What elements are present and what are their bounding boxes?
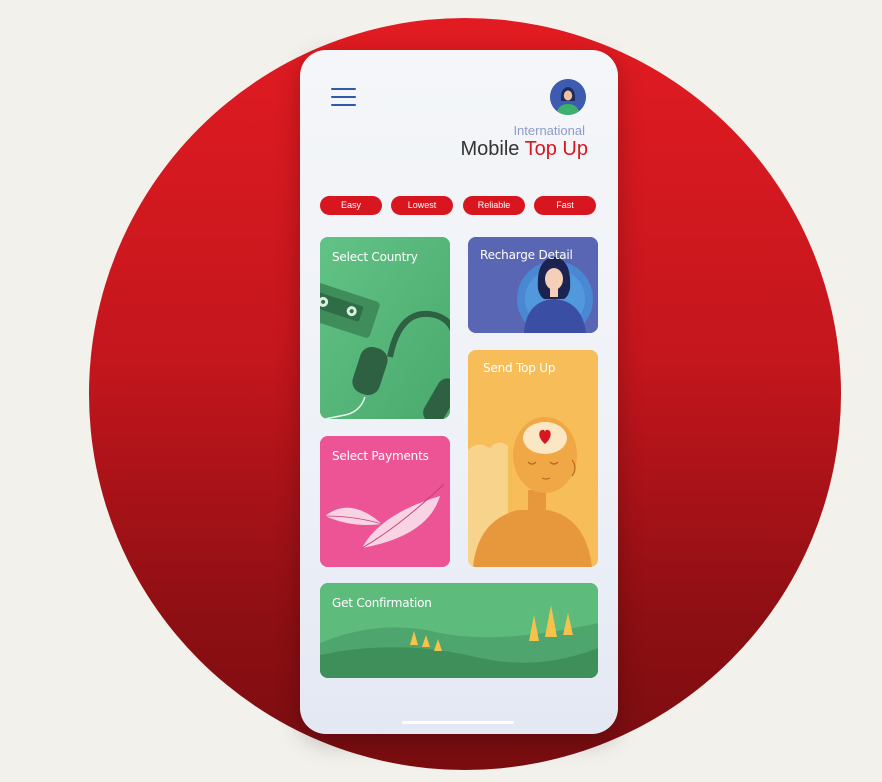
avatar-person-icon <box>550 79 586 115</box>
mind-heart-illustration <box>468 350 598 567</box>
recharge-detail-card[interactable]: Recharge Detail <box>468 237 598 333</box>
user-avatar[interactable] <box>550 79 586 115</box>
select-payments-label: Select Payments <box>332 449 429 463</box>
select-country-label: Select Country <box>332 250 418 264</box>
brand-title: Mobile Top Up <box>461 138 589 161</box>
phone-screen: International Mobile Top Up Easy Lowest … <box>300 50 618 734</box>
get-confirmation-label: Get Confirmation <box>332 596 432 610</box>
brand-title-word1: Mobile <box>460 138 520 160</box>
get-confirmation-card[interactable]: Get Confirmation <box>320 583 598 678</box>
brand-title-word2: Top Up <box>524 138 588 160</box>
hamburger-menu-icon[interactable] <box>331 88 356 106</box>
recharge-detail-label: Recharge Detail <box>480 248 573 262</box>
feature-tags: Easy Lowest Reliable Fast <box>320 196 596 215</box>
tag-easy[interactable]: Easy <box>320 196 382 215</box>
send-top-up-label: Send Top Up <box>483 361 556 375</box>
brand-subtitle: International <box>513 123 585 138</box>
select-country-card[interactable]: Select Country <box>320 237 450 419</box>
tag-fast[interactable]: Fast <box>534 196 596 215</box>
select-payments-card[interactable]: Select Payments <box>320 436 450 567</box>
headphones-cassette-illustration <box>320 237 450 419</box>
tag-lowest[interactable]: Lowest <box>391 196 453 215</box>
tag-reliable[interactable]: Reliable <box>463 196 525 215</box>
home-indicator[interactable] <box>402 721 514 724</box>
send-top-up-card[interactable]: Send Top Up <box>468 350 598 567</box>
